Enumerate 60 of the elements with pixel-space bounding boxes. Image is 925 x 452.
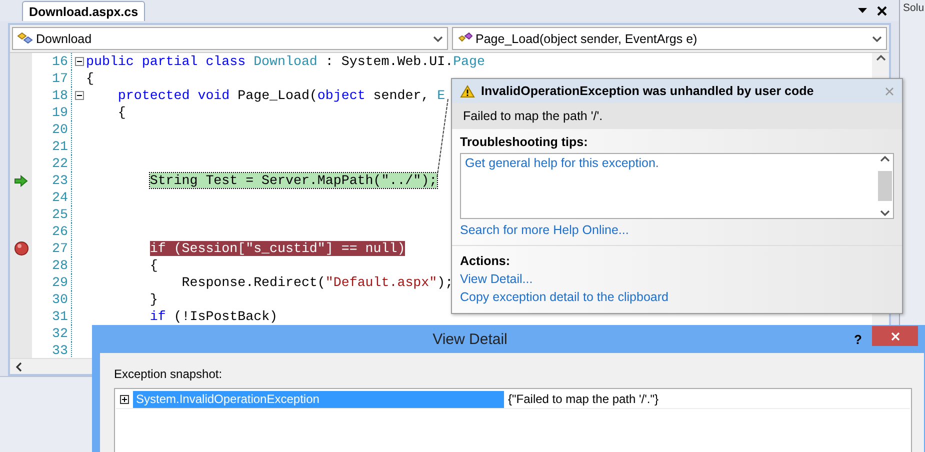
exception-value-cell-text: {"Failed to map the path '/'."}: [507, 392, 659, 406]
action-link[interactable]: Copy exception detail to the clipboard: [460, 290, 668, 304]
exception-name-cell[interactable]: System.InvalidOperationException: [133, 390, 504, 408]
line-number: 17: [52, 70, 68, 87]
chevron-down-icon[interactable]: [880, 210, 890, 216]
breakpoint-icon[interactable]: [14, 241, 28, 256]
chevron-up-icon[interactable]: [876, 55, 886, 61]
dropdown-icon[interactable]: [858, 8, 868, 13]
code-line: {: [86, 70, 94, 87]
code-line: {: [116, 104, 126, 121]
collapse-icon[interactable]: [74, 91, 84, 100]
code-line: public partial class Download : System.Web.UI.Page: [86, 53, 485, 70]
chevron-up-icon[interactable]: [880, 156, 890, 162]
line-number: 23: [52, 172, 68, 189]
snapshot-label: Exception snapshot:: [114, 367, 224, 381]
warning-icon: [460, 84, 475, 98]
line-number: 19: [52, 104, 68, 121]
editor-tab[interactable]: Download.aspx.cs: [22, 1, 146, 21]
chevron-down-icon: [432, 36, 443, 42]
line-number: 30: [52, 291, 68, 308]
line-number: 18: [52, 87, 68, 104]
line-number: 28: [52, 257, 68, 274]
close-icon[interactable]: [877, 6, 888, 16]
line-number: 26: [52, 223, 68, 240]
code-line: protected void Page_Load(object sender, E: [116, 87, 446, 104]
tip-link[interactable]: Get general help for this exception.: [465, 156, 659, 170]
help-button[interactable]: ?: [848, 332, 868, 346]
line-number: 22: [52, 155, 68, 172]
line-number: 31: [52, 308, 68, 325]
member-dropdown[interactable]: Page_Load(object sender, EventArgs e): [452, 27, 888, 50]
code-line: }: [148, 291, 158, 308]
type-dropdown[interactable]: Download: [12, 27, 448, 50]
code-line: Response.Redirect("Default.aspx");: [180, 274, 454, 291]
dialog-title: View Detail: [432, 330, 508, 348]
action-link[interactable]: View Detail...: [460, 272, 533, 286]
line-number: 27: [52, 240, 68, 257]
line-number: 24: [52, 189, 68, 206]
line-number: 32: [52, 325, 68, 342]
section-heading: Troubleshooting tips:: [460, 135, 589, 149]
code-line: {: [148, 257, 158, 274]
class-icon: [17, 32, 33, 46]
line-number: 33: [52, 342, 68, 358]
section-heading: Actions:: [460, 254, 511, 268]
popup-title: InvalidOperationException was unhandled by user code: [481, 84, 815, 98]
line-number: 16: [52, 53, 68, 70]
line-number: 25: [52, 206, 68, 223]
line-number: 21: [52, 138, 68, 155]
collapse-icon[interactable]: [74, 57, 84, 66]
line-number: 29: [52, 274, 68, 291]
expand-icon[interactable]: [120, 394, 129, 404]
chevron-left-icon[interactable]: [16, 362, 22, 372]
exception-message: Failed to map the path '/'.: [463, 109, 603, 123]
close-icon: [890, 332, 900, 340]
line-number: 20: [52, 121, 68, 138]
scroll-thumb[interactable]: [878, 171, 892, 201]
close-button[interactable]: [872, 326, 918, 346]
search-help-link[interactable]: Search for more Help Online...: [460, 223, 629, 237]
code-line: if (!IsPostBack): [148, 308, 278, 325]
chevron-down-icon: [872, 36, 882, 42]
panel-title: Solu: [902, 1, 925, 16]
